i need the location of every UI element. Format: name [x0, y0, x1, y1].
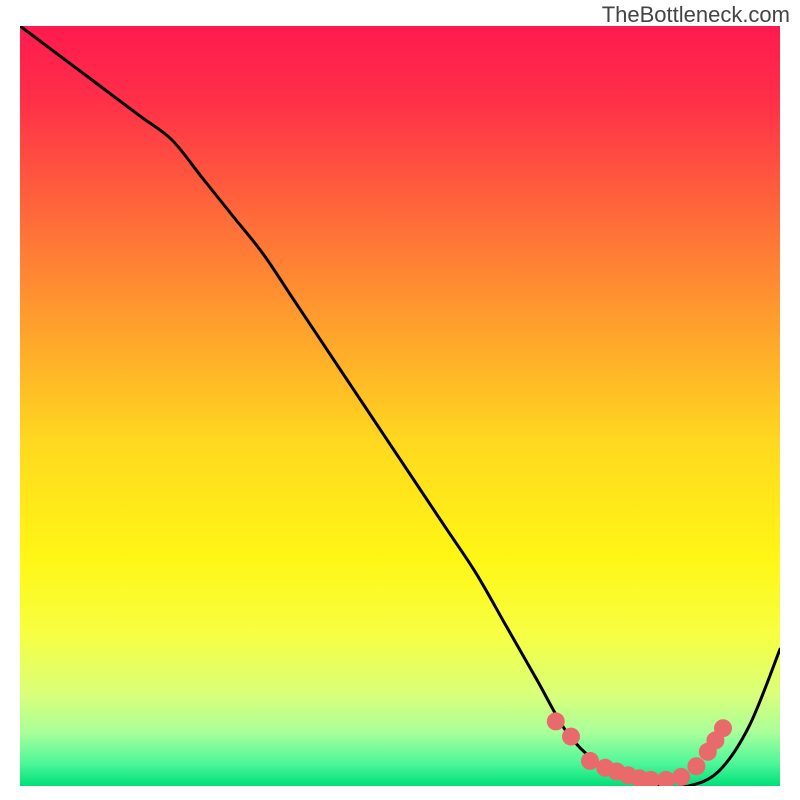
chart-container: TheBottleneck.com [0, 0, 800, 800]
chart-svg [20, 26, 780, 786]
valley-dot [687, 757, 705, 775]
valley-dot [562, 728, 580, 746]
bottleneck-curve [20, 26, 780, 786]
plot-area [20, 26, 780, 786]
valley-dot [547, 712, 565, 730]
watermark-text: TheBottleneck.com [602, 2, 790, 28]
valley-dot [714, 719, 732, 737]
valley-dots-group [547, 712, 732, 786]
valley-dot [672, 768, 690, 786]
valley-dot [657, 771, 675, 786]
